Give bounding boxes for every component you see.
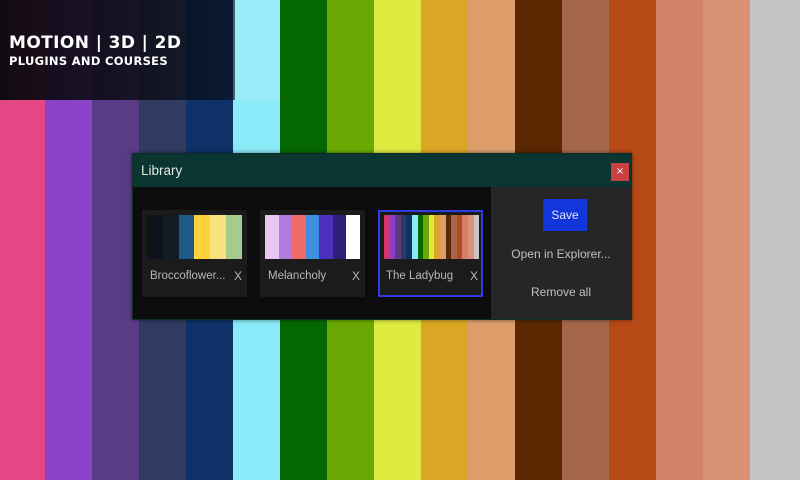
palette-swatch-strip bbox=[147, 215, 242, 259]
remove-palette-button[interactable]: X bbox=[234, 269, 242, 283]
palette-color-swatch bbox=[265, 215, 279, 259]
close-button[interactable]: × bbox=[611, 163, 629, 181]
palette-color-swatch bbox=[210, 215, 227, 259]
palette-color-swatch bbox=[162, 215, 179, 259]
palette-color-swatch bbox=[305, 215, 320, 259]
dialog-title: Library bbox=[141, 163, 183, 178]
library-actions-panel: Save Open in Explorer... Remove all bbox=[491, 187, 631, 319]
brand-title: MOTION | 3D | 2D bbox=[9, 33, 182, 53]
remove-all-button[interactable]: Remove all bbox=[491, 285, 631, 299]
palette-color-swatch bbox=[292, 215, 306, 259]
palette-color-swatch bbox=[226, 215, 242, 259]
palette-swatch-strip bbox=[265, 215, 361, 259]
remove-palette-button[interactable]: X bbox=[352, 269, 360, 283]
palette-swatch-strip bbox=[384, 215, 480, 259]
palette-name: Broccoflower... bbox=[150, 270, 226, 282]
stripe-overlay bbox=[235, 0, 280, 100]
palette-color-swatch bbox=[147, 215, 163, 259]
palette-card-melancholy[interactable]: Melancholy X bbox=[260, 210, 365, 297]
palette-color-swatch bbox=[178, 215, 195, 259]
palette-color-swatch bbox=[473, 215, 480, 259]
dialog-titlebar[interactable]: Library × bbox=[133, 154, 631, 187]
palette-color-swatch bbox=[346, 215, 361, 259]
background-stripe bbox=[656, 0, 703, 480]
brand-subtitle: PLUGINS AND COURSES bbox=[9, 54, 168, 68]
palette-color-swatch bbox=[332, 215, 347, 259]
palette-card-the-ladybug[interactable]: The Ladybug X bbox=[378, 210, 483, 297]
palette-color-swatch bbox=[194, 215, 211, 259]
palette-library-list: Broccoflower... X Melancholy X The Ladyb… bbox=[133, 187, 491, 319]
brand-overlay: MOTION | 3D | 2D PLUGINS AND COURSES bbox=[0, 0, 235, 100]
palette-name: The Ladybug bbox=[386, 270, 454, 282]
palette-color-swatch bbox=[278, 215, 293, 259]
background-stripe bbox=[750, 0, 798, 480]
library-dialog: Library × Broccoflower... X Melancholy X… bbox=[132, 153, 632, 320]
palette-card-broccoflower[interactable]: Broccoflower... X bbox=[142, 210, 247, 297]
remove-palette-button[interactable]: X bbox=[470, 269, 478, 283]
open-in-explorer-button[interactable]: Open in Explorer... bbox=[491, 247, 631, 261]
palette-name: Melancholy bbox=[268, 270, 327, 282]
save-button[interactable]: Save bbox=[543, 199, 587, 231]
background-stripe bbox=[703, 0, 750, 480]
palette-color-swatch bbox=[319, 215, 333, 259]
